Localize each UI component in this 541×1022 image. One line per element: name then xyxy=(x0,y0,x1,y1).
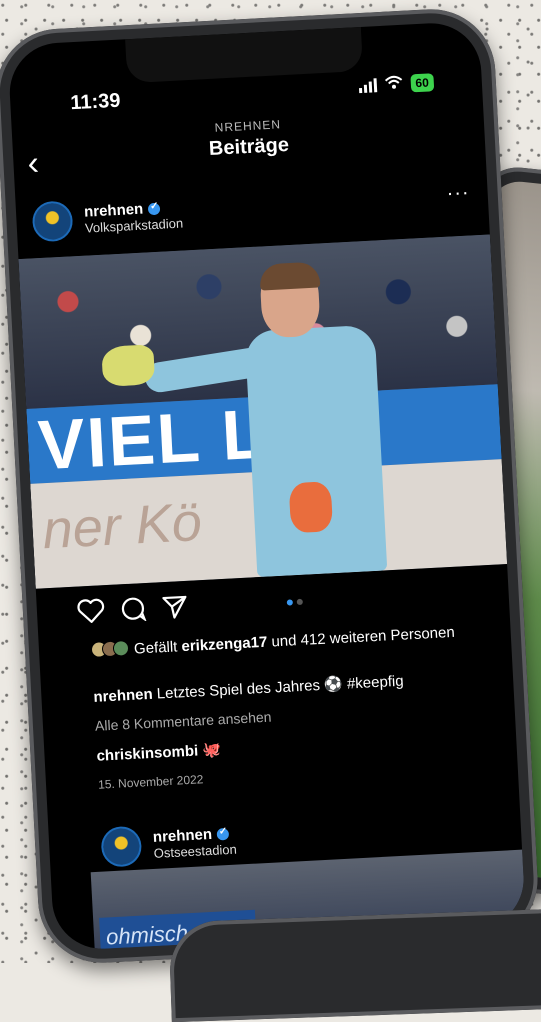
likes-user[interactable]: erikzenga17 xyxy=(181,634,268,655)
more-options-icon[interactable]: ··· xyxy=(446,181,470,205)
verified-badge-icon xyxy=(147,202,161,216)
view-comments-link[interactable]: Alle 8 Kommentare ansehen xyxy=(95,709,272,734)
comment-emoji: 🐙 xyxy=(201,741,222,760)
caption-username[interactable]: nrehnen xyxy=(93,686,153,706)
main-phone: 11:39 60 ‹ NREHNEN Beiträge nrehnen Volk… xyxy=(0,0,541,1004)
verified-badge-icon xyxy=(216,827,230,841)
goalkeeper-glove-left xyxy=(101,344,156,387)
carousel-dot-active xyxy=(286,599,293,606)
post2-location[interactable]: Ostseestadion xyxy=(153,842,237,861)
likes-prefix: Gefällt xyxy=(133,638,178,658)
post-actions xyxy=(76,593,189,630)
third-phone xyxy=(168,907,541,1022)
carousel-indicator xyxy=(286,598,303,606)
post-date: 15. November 2022 xyxy=(97,772,204,792)
likes-summary[interactable]: Gefällt erikzenga17 und 412 weiteren Per… xyxy=(90,621,491,661)
heart-icon[interactable] xyxy=(76,597,106,629)
likes-suffix: und 412 weiteren Personen xyxy=(271,623,456,651)
avatar[interactable] xyxy=(31,200,74,243)
phone-screen: 11:39 60 ‹ NREHNEN Beiträge nrehnen Volk… xyxy=(7,20,527,952)
status-time: 11:39 xyxy=(69,89,121,115)
status-icons: 60 xyxy=(358,71,435,96)
post2-header: nrehnen Ostseestadion xyxy=(100,821,237,868)
liker-avatars xyxy=(90,639,130,661)
wifi-icon xyxy=(384,73,403,95)
post-photo[interactable]: VIEL LAI ner Kö xyxy=(18,234,508,589)
comment-preview: chriskinsombi 🐙 xyxy=(96,740,221,764)
comment-icon[interactable] xyxy=(118,595,148,627)
carousel-dot xyxy=(296,598,303,606)
battery-indicator: 60 xyxy=(409,72,435,92)
post-caption: nrehnen Letztes Spiel des Jahres ⚽ #keep… xyxy=(93,665,526,706)
comment-username[interactable]: chriskinsombi xyxy=(96,742,198,764)
avatar[interactable] xyxy=(100,825,143,868)
goalkeeper-glove-right xyxy=(288,481,334,534)
signal-icon xyxy=(358,77,377,93)
post-header: nrehnen Volksparkstadion xyxy=(31,195,184,243)
player-body xyxy=(244,324,388,578)
caption-text: Letztes Spiel des Jahres ⚽ #keepfig xyxy=(156,672,405,703)
share-icon[interactable] xyxy=(160,593,190,625)
